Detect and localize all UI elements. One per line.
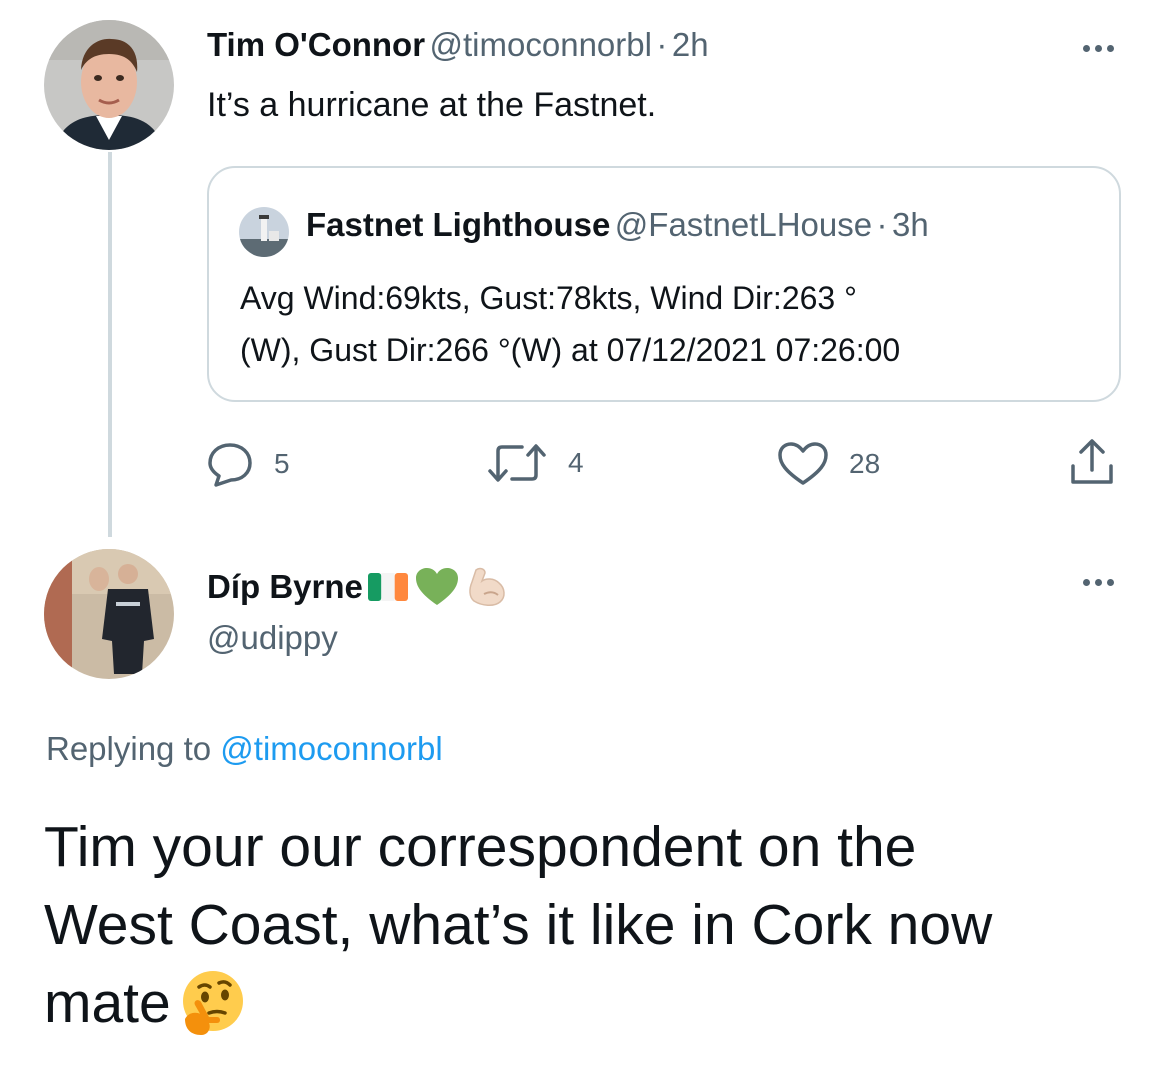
quoted-tweet-card[interactable]: Fastnet Lighthouse @FastnetLHouse · 3h A… (207, 166, 1121, 402)
tweet-timestamp[interactable]: 2h (672, 26, 709, 63)
reply-button[interactable]: 5 (206, 441, 290, 487)
reply-author-handle[interactable]: @udippy (207, 619, 338, 657)
reply-text-line: Tim your our correspondent on the (44, 815, 917, 879)
ireland-flag-emoji (367, 573, 408, 601)
green-heart-emoji (415, 568, 458, 605)
separator-dot: · (876, 206, 888, 243)
quoted-author-name[interactable]: Fastnet Lighthouse (306, 206, 610, 243)
reply-text-last-line: mate (44, 964, 992, 1042)
share-button[interactable] (1069, 438, 1115, 486)
retweet-button[interactable]: 4 (486, 441, 584, 485)
reply-count: 5 (274, 448, 290, 479)
reply-text-line: mate (44, 971, 171, 1035)
heart-icon (778, 442, 828, 485)
more-options-button[interactable] (1083, 45, 1114, 52)
quoted-tweet-header: Fastnet Lighthouse @FastnetLHouse · 3h (306, 206, 929, 244)
flexed-biceps-emoji (469, 567, 505, 606)
tweet-text: It’s a hurricane at the Fastnet. (207, 86, 657, 124)
tweet-header: Tim O'Connor @timoconnorbl · 2h (207, 26, 709, 64)
more-dots-icon (1083, 45, 1090, 52)
retweet-icon (488, 444, 546, 482)
thinking-face-emoji (182, 971, 243, 1035)
quoted-text-line: Avg Wind:69kts, Gust:78kts, Wind Dir:263… (240, 280, 857, 316)
quoted-tweet-text: Avg Wind:69kts, Gust:78kts, Wind Dir:263… (240, 272, 900, 376)
retweet-count: 4 (568, 447, 584, 478)
share-icon (1071, 439, 1113, 484)
separator-dot: · (656, 26, 668, 63)
author-avatar[interactable] (44, 20, 174, 150)
replying-to-line: Replying to @timoconnorbl (46, 730, 443, 768)
reply-header: Díp Byrne (207, 564, 510, 610)
author-handle[interactable]: @timoconnorbl (430, 26, 652, 63)
reply-bubble-icon (208, 443, 252, 487)
reply-author-avatar[interactable] (44, 549, 174, 679)
author-name[interactable]: Tim O'Connor (207, 26, 425, 63)
reply-author-name[interactable]: Díp Byrne (207, 568, 363, 606)
quoted-author-handle[interactable]: @FastnetLHouse (615, 206, 872, 243)
quoted-text-line: (W), Gust Dir:266 °(W) at 07/12/2021 07:… (240, 332, 901, 368)
quoted-author-avatar[interactable] (239, 207, 289, 257)
like-count: 28 (849, 448, 881, 479)
reply-text: Tim your our correspondent on the West C… (44, 808, 992, 1042)
more-dots-icon (1083, 579, 1090, 586)
thread-connector-line (108, 152, 112, 537)
replying-to-label: Replying to (46, 730, 212, 767)
quoted-tweet-timestamp[interactable]: 3h (892, 206, 929, 243)
like-button[interactable]: 28 (777, 441, 880, 487)
replying-to-handle-link[interactable]: @timoconnorbl (220, 730, 442, 767)
reply-more-options-button[interactable] (1083, 579, 1114, 586)
reply-text-line: West Coast, what’s it like in Cork now (44, 893, 993, 957)
